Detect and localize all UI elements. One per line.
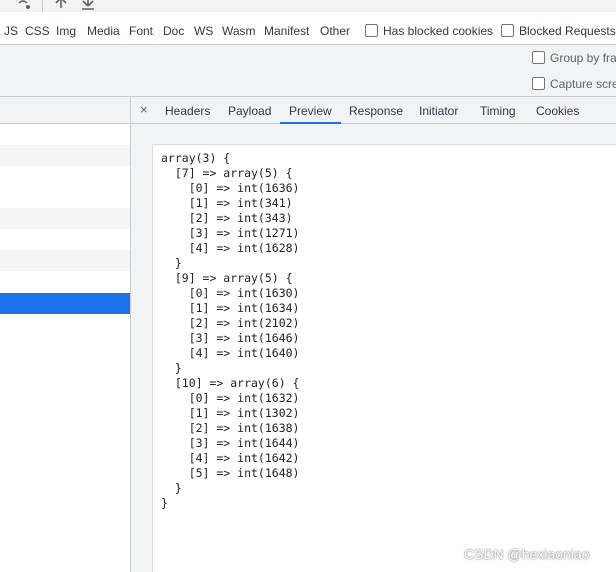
preview-line: [10] => array(6) { [161,376,300,390]
request-row[interactable] [0,124,130,145]
preview-line: [1] => int(1302) [161,406,300,420]
preview-line: array(3) { [161,151,231,165]
filter-type-manifest[interactable]: Manifest [264,24,309,38]
preview-line: [7] => array(5) { [161,166,293,180]
toolbar-divider [42,0,43,12]
active-tab-indicator [280,122,341,124]
preview-panel: array(3) { [7] => array(5) { [0] => int(… [152,144,616,572]
filter-type-doc[interactable]: Doc [163,24,184,38]
preview-line: [3] => int(1644) [161,436,300,450]
upload-icon[interactable] [53,0,69,10]
blocked-requests-label: Blocked Requests [519,24,616,38]
request-row-selected[interactable] [0,293,130,314]
wifi-throttle-icon[interactable] [15,0,31,10]
group-by-frame-label: Group by fra [550,51,616,65]
capture-screenshots-checkbox[interactable] [532,77,545,90]
request-row[interactable] [0,145,130,166]
preview-line: [0] => int(1632) [161,391,300,405]
has-blocked-cookies-checkbox[interactable] [365,24,378,37]
request-row[interactable] [0,208,130,229]
settings-pane: Group by fra Capture scre [0,45,616,97]
tab-initiator[interactable]: Initiator [419,104,458,118]
request-row[interactable] [0,271,130,292]
tab-cookies[interactable]: Cookies [536,104,579,118]
capture-screenshots-label: Capture scre [550,77,616,91]
request-list-header [0,97,130,124]
request-list [0,97,131,572]
preview-line: [3] => int(1646) [161,331,300,345]
preview-line: [1] => int(341) [161,196,293,210]
preview-line: [9] => array(5) { [161,271,293,285]
preview-code: array(3) { [7] => array(5) { [0] => int(… [161,151,299,511]
request-row[interactable] [0,250,130,271]
filter-type-ws[interactable]: WS [194,24,213,38]
tab-timing[interactable]: Timing [480,104,516,118]
preview-line: [4] => int(1628) [161,241,300,255]
tab-response[interactable]: Response [349,104,403,118]
preview-line: } [161,481,182,495]
filter-type-js[interactable]: JS [4,24,18,38]
has-blocked-cookies-label: Has blocked cookies [383,24,494,38]
preview-line: [3] => int(1271) [161,226,300,240]
filter-type-css[interactable]: CSS [25,24,50,38]
preview-line: } [161,361,182,375]
tab-payload[interactable]: Payload [228,104,271,118]
preview-line: } [161,256,182,270]
request-row[interactable] [0,229,130,250]
preview-line: [2] => int(1638) [161,421,300,435]
blocked-requests-checkbox[interactable] [501,24,514,37]
request-row[interactable] [0,187,130,208]
close-detail-icon[interactable]: × [140,102,148,117]
filter-type-img[interactable]: Img [56,24,76,38]
request-row[interactable] [0,166,130,187]
group-by-frame-checkbox[interactable] [532,51,545,64]
tab-preview[interactable]: Preview [289,104,332,118]
preview-line: [4] => int(1640) [161,346,300,360]
detail-tab-bar: × Headers Payload Preview Response Initi… [131,97,616,124]
preview-line: } [161,496,168,510]
devtools-toolbar [0,0,616,12]
watermark: CSDN @hexiaoniao [464,546,590,562]
preview-line: [2] => int(343) [161,211,293,225]
filter-type-wasm[interactable]: Wasm [222,24,256,38]
preview-line: [4] => int(1642) [161,451,300,465]
preview-line: [2] => int(2102) [161,316,300,330]
preview-line: [0] => int(1630) [161,286,300,300]
download-icon[interactable] [80,0,96,10]
preview-line: [1] => int(1634) [161,301,300,315]
filter-type-media[interactable]: Media [87,24,120,38]
request-detail-pane: × Headers Payload Preview Response Initi… [131,97,616,572]
filter-type-font[interactable]: Font [129,24,153,38]
filter-type-other[interactable]: Other [320,24,350,38]
preview-line: [0] => int(1636) [161,181,300,195]
filter-bar: JS CSS Img Media Font Doc WS Wasm Manife… [0,12,616,45]
preview-line: [5] => int(1648) [161,466,300,480]
tab-headers[interactable]: Headers [165,104,210,118]
